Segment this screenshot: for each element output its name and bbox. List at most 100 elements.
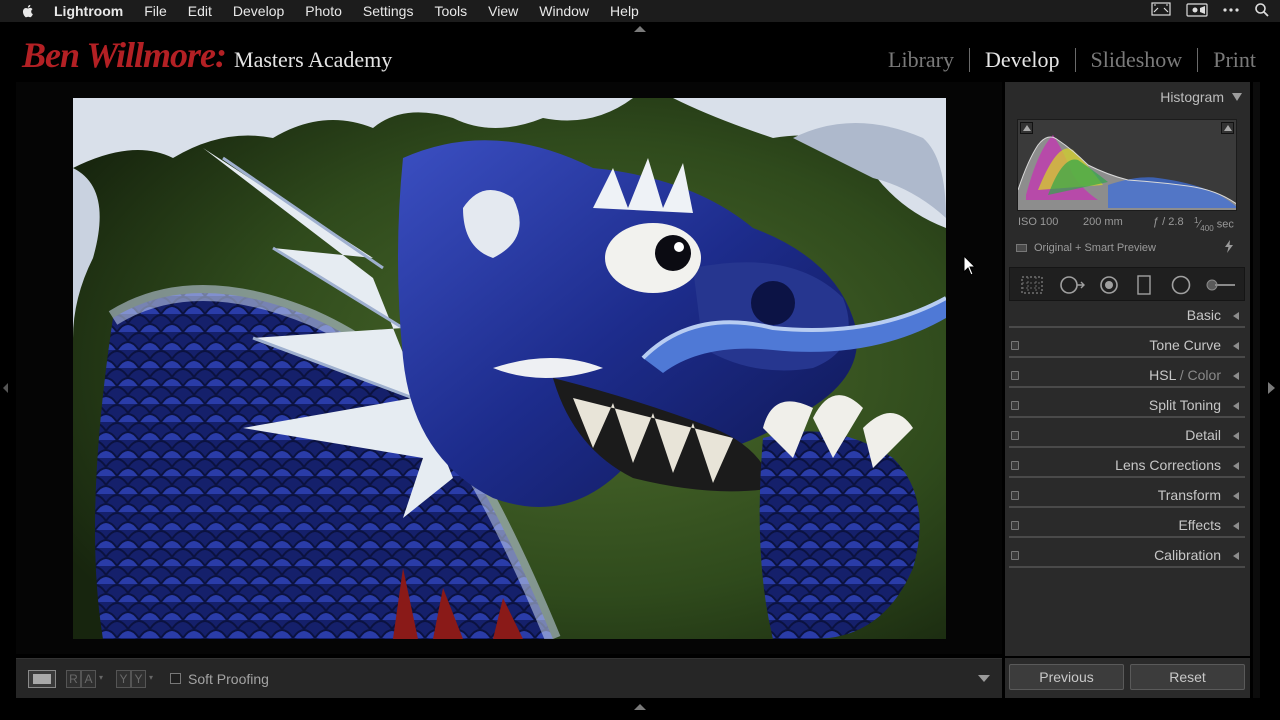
collapse-triangle-icon[interactable] [1232,93,1242,101]
soft-proofing-label: Soft Proofing [188,670,269,687]
search-icon[interactable] [1254,2,1270,18]
menu-photo[interactable]: Photo [305,3,342,19]
menu-tools[interactable]: Tools [434,3,467,19]
section-split-toning-label: Split Toning [1148,397,1221,413]
exif-focal-length: 200 mm [1083,216,1123,228]
swap-dropdown-icon[interactable]: ▾ [146,670,156,688]
menu-view[interactable]: View [488,3,518,19]
section-detail[interactable]: Detail [1009,424,1245,448]
menu-settings[interactable]: Settings [363,3,414,19]
module-picker: Library Develop Slideshow Print [873,47,1256,73]
soft-proofing-checkbox[interactable] [170,673,181,684]
menu-help[interactable]: Help [610,3,639,19]
expand-triangle-icon[interactable] [1233,522,1239,530]
radial-filter-icon[interactable] [1170,275,1192,295]
crop-overlay-icon[interactable] [1020,275,1044,295]
preview-status-label: Original + Smart Preview [1034,241,1156,254]
expand-triangle-icon[interactable] [1233,342,1239,350]
lightning-bolt-icon[interactable] [1224,240,1234,253]
identity-script-logo: Ben Willmore: [22,35,227,75]
menu-develop[interactable]: Develop [233,3,284,19]
before-after-right-button[interactable]: A [81,669,96,688]
screen-record-icon[interactable] [1186,2,1208,18]
swap-right-button[interactable]: Y [131,669,146,688]
section-hsl-color-label: HSL / Color [1149,367,1221,383]
section-calibration[interactable]: Calibration [1009,544,1245,568]
section-lens-corrections[interactable]: Lens Corrections [1009,454,1245,478]
section-basic[interactable]: Basic [1009,304,1245,328]
reset-button[interactable]: Reset [1130,664,1245,690]
module-develop[interactable]: Develop [970,47,1075,73]
menu-bar: Lightroom File Edit Develop Photo Settin… [0,0,1280,22]
histogram-display[interactable] [1017,119,1237,211]
exif-shutter-speed: 1⁄400 sec [1194,216,1234,233]
section-toggle-switch[interactable] [1011,521,1019,530]
apple-logo-icon[interactable] [20,3,36,19]
module-slideshow[interactable]: Slideshow [1076,47,1198,73]
top-panel-toggle-icon[interactable] [634,26,646,32]
more-icon[interactable] [1222,2,1240,18]
section-lens-corrections-label: Lens Corrections [1115,457,1221,473]
adjustment-brush-icon[interactable] [1204,275,1238,295]
mouse-cursor-icon [963,255,977,276]
module-print[interactable]: Print [1198,47,1256,73]
expand-triangle-icon[interactable] [1233,402,1239,410]
menu-file[interactable]: File [144,3,167,19]
expand-triangle-icon[interactable] [1233,492,1239,500]
expand-triangle-icon[interactable] [1233,462,1239,470]
menu-window[interactable]: Window [539,3,589,19]
identity-name: Masters Academy [234,47,393,72]
exif-aperture: ƒ / 2.8 [1153,216,1184,228]
section-toggle-switch[interactable] [1011,491,1019,500]
photo-preview[interactable] [73,98,946,639]
section-toggle-switch[interactable] [1011,461,1019,470]
section-hsl-color[interactable]: HSL / Color [1009,364,1245,388]
shadow-clipping-icon[interactable] [1020,122,1033,134]
before-after-dropdown-icon[interactable]: ▾ [96,670,106,688]
filmstrip-toggle-icon[interactable] [634,704,646,710]
before-after-left-button[interactable]: R [66,669,81,688]
section-toggle-switch[interactable] [1011,401,1019,410]
section-detail-label: Detail [1185,427,1221,443]
menu-lightroom[interactable]: Lightroom [54,3,123,19]
section-toggle-switch[interactable] [1011,341,1019,350]
bottom-toolbar: R A ▾ Y Y ▾ Soft Proofing [16,658,1002,698]
expand-triangle-icon[interactable] [1233,552,1239,560]
section-effects[interactable]: Effects [1009,514,1245,538]
preview-status-icon [1016,243,1027,252]
section-calibration-label: Calibration [1154,547,1221,563]
right-panel: Histogram ISO 100 200 mm ƒ / 2.8 1⁄400 s… [1005,82,1250,656]
section-tone-curve[interactable]: Tone Curve [1009,334,1245,358]
smart-preview-status[interactable]: Original + Smart Preview [1010,237,1244,258]
loupe-view-icon[interactable] [28,669,56,688]
toolbar-options-dropdown-icon[interactable] [978,675,990,682]
previous-button[interactable]: Previous [1009,664,1124,690]
section-basic-label: Basic [1186,307,1221,323]
expand-triangle-icon[interactable] [1233,372,1239,380]
menu-bar-tray [1150,2,1270,18]
section-toggle-switch[interactable] [1011,371,1019,380]
expand-triangle-icon[interactable] [1233,312,1239,320]
red-eye-icon[interactable] [1098,275,1120,295]
swap-left-button[interactable]: Y [116,669,131,688]
menu-edit[interactable]: Edit [188,3,212,19]
section-split-toning[interactable]: Split Toning [1009,394,1245,418]
exif-iso: ISO 100 [1018,216,1059,228]
right-panel-scrollbar[interactable] [1253,82,1260,698]
identity-plate: Ben Willmore: Masters Academy [22,34,392,76]
section-effects-label: Effects [1178,517,1221,533]
section-toggle-switch[interactable] [1011,551,1019,560]
airplay-display-icon[interactable] [1150,2,1172,18]
module-library[interactable]: Library [873,47,969,73]
histogram-header[interactable]: Histogram [1160,89,1242,105]
graduated-filter-icon[interactable] [1136,275,1152,295]
spot-removal-icon[interactable] [1058,275,1086,295]
highlight-clipping-icon[interactable] [1221,122,1234,134]
right-panel-footer: Previous Reset [1005,658,1250,698]
blue-porcelain-dragon-photo [73,98,946,639]
section-toggle-switch[interactable] [1011,431,1019,440]
right-panel-toggle-icon[interactable] [1268,382,1275,394]
left-panel-toggle-icon[interactable] [3,383,8,393]
expand-triangle-icon[interactable] [1233,432,1239,440]
section-transform[interactable]: Transform [1009,484,1245,508]
